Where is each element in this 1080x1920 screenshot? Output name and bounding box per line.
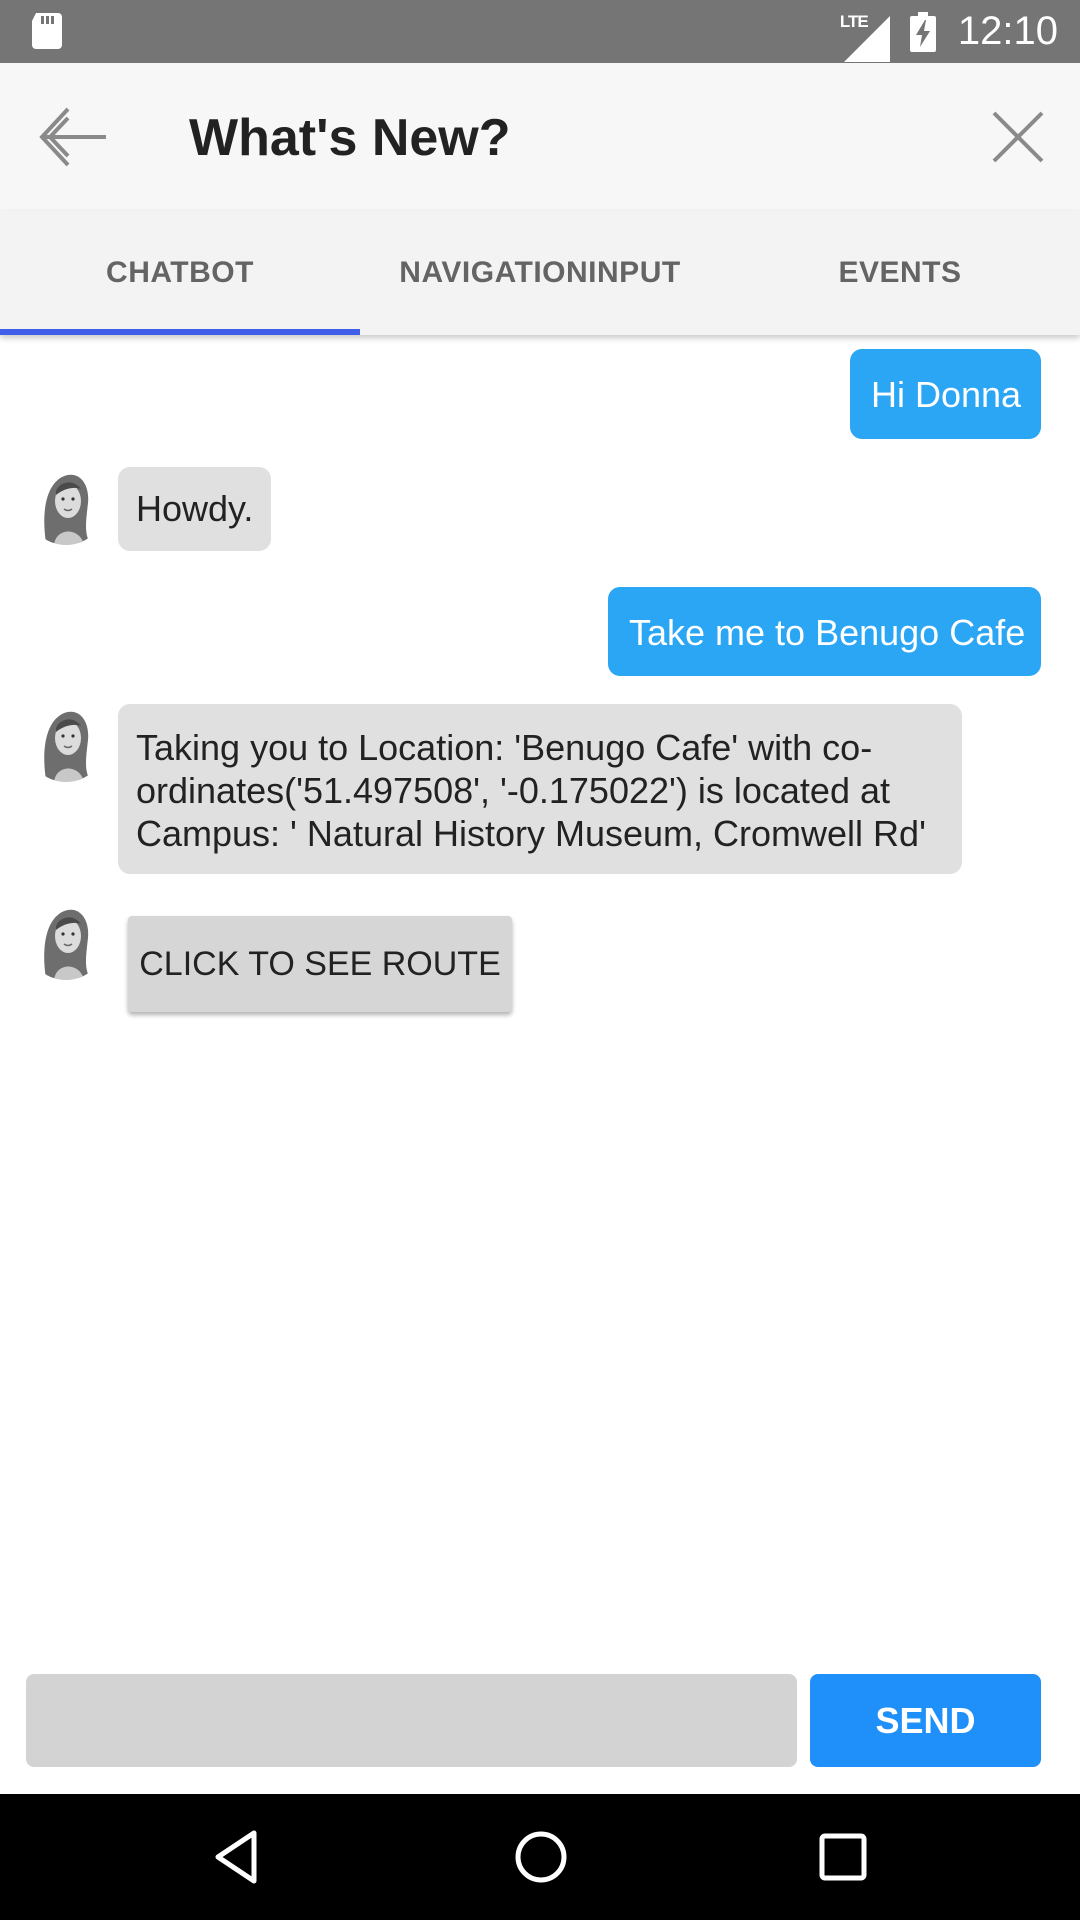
page-title: What's New? [189, 109, 511, 167]
message-text: Hi Donna [871, 374, 1022, 415]
message-text: Take me to Benugo Cafe [629, 612, 1026, 653]
back-triangle-icon[interactable] [212, 1825, 260, 1889]
message-input[interactable] [26, 1674, 797, 1767]
message-line: Campus: ' Natural History Museum, Cromwe… [136, 813, 926, 854]
avatar [26, 702, 106, 782]
bot-message: Taking you to Location: 'Benugo Cafe' wi… [118, 704, 962, 874]
clock: 12:10 [957, 9, 1058, 53]
user-message: Hi Donna [850, 349, 1041, 439]
app-bar: What's New? [0, 63, 1080, 211]
avatar [26, 465, 106, 545]
message-text: Howdy. [136, 488, 254, 529]
recents-square-icon[interactable] [815, 1825, 871, 1889]
arrow-left-icon[interactable] [38, 101, 110, 173]
bot-message: Howdy. [118, 467, 271, 551]
tab-indicator [0, 329, 360, 335]
send-button[interactable]: SEND [810, 1674, 1041, 1767]
tab-bar: CHATBOT NAVIGATIONINPUT EVENTS [0, 211, 1080, 335]
sd-card-icon [32, 13, 62, 49]
tab-chatbot[interactable]: CHATBOT [0, 211, 360, 335]
system-nav-bar [0, 1794, 1080, 1920]
home-circle-icon[interactable] [509, 1825, 573, 1889]
tab-navigationinput[interactable]: NAVIGATIONINPUT [360, 211, 720, 335]
tab-events[interactable]: EVENTS [720, 211, 1080, 335]
see-route-button[interactable]: CLICK TO SEE ROUTE [128, 916, 512, 1012]
avatar [26, 900, 106, 980]
message-line: ordinates('51.497508', '-0.175022') is l… [136, 770, 890, 811]
signal-icon: LTE [840, 12, 890, 62]
message-line: Taking you to Location: 'Benugo Cafe' wi… [136, 727, 873, 768]
status-bar: LTE 12:10 [0, 0, 1080, 63]
user-message: Take me to Benugo Cafe [608, 587, 1041, 676]
close-icon[interactable] [988, 107, 1048, 167]
battery-charging-icon [909, 11, 936, 52]
